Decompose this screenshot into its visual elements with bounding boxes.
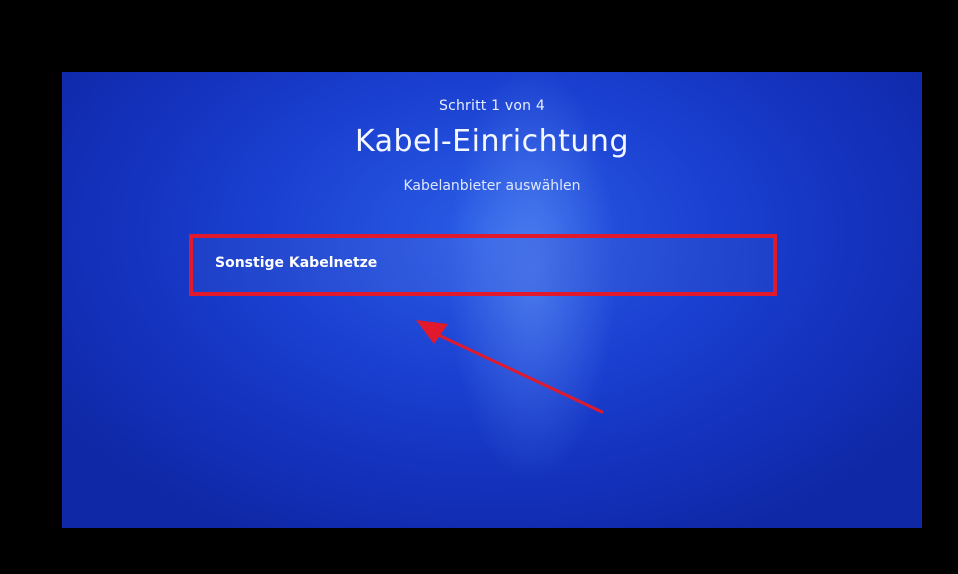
tv-frame: Schritt 1 von 4 Kabel-Einrichtung Kabela…: [0, 0, 958, 574]
page-subtitle: Kabelanbieter auswählen: [403, 178, 581, 194]
arrow-annotation-icon: [416, 320, 604, 414]
cable-setup-screen: Schritt 1 von 4 Kabel-Einrichtung Kabela…: [62, 72, 922, 528]
page-title: Kabel-Einrichtung: [354, 124, 629, 159]
step-indicator: Schritt 1 von 4: [439, 98, 545, 114]
highlight-annotation-box: [189, 234, 777, 296]
